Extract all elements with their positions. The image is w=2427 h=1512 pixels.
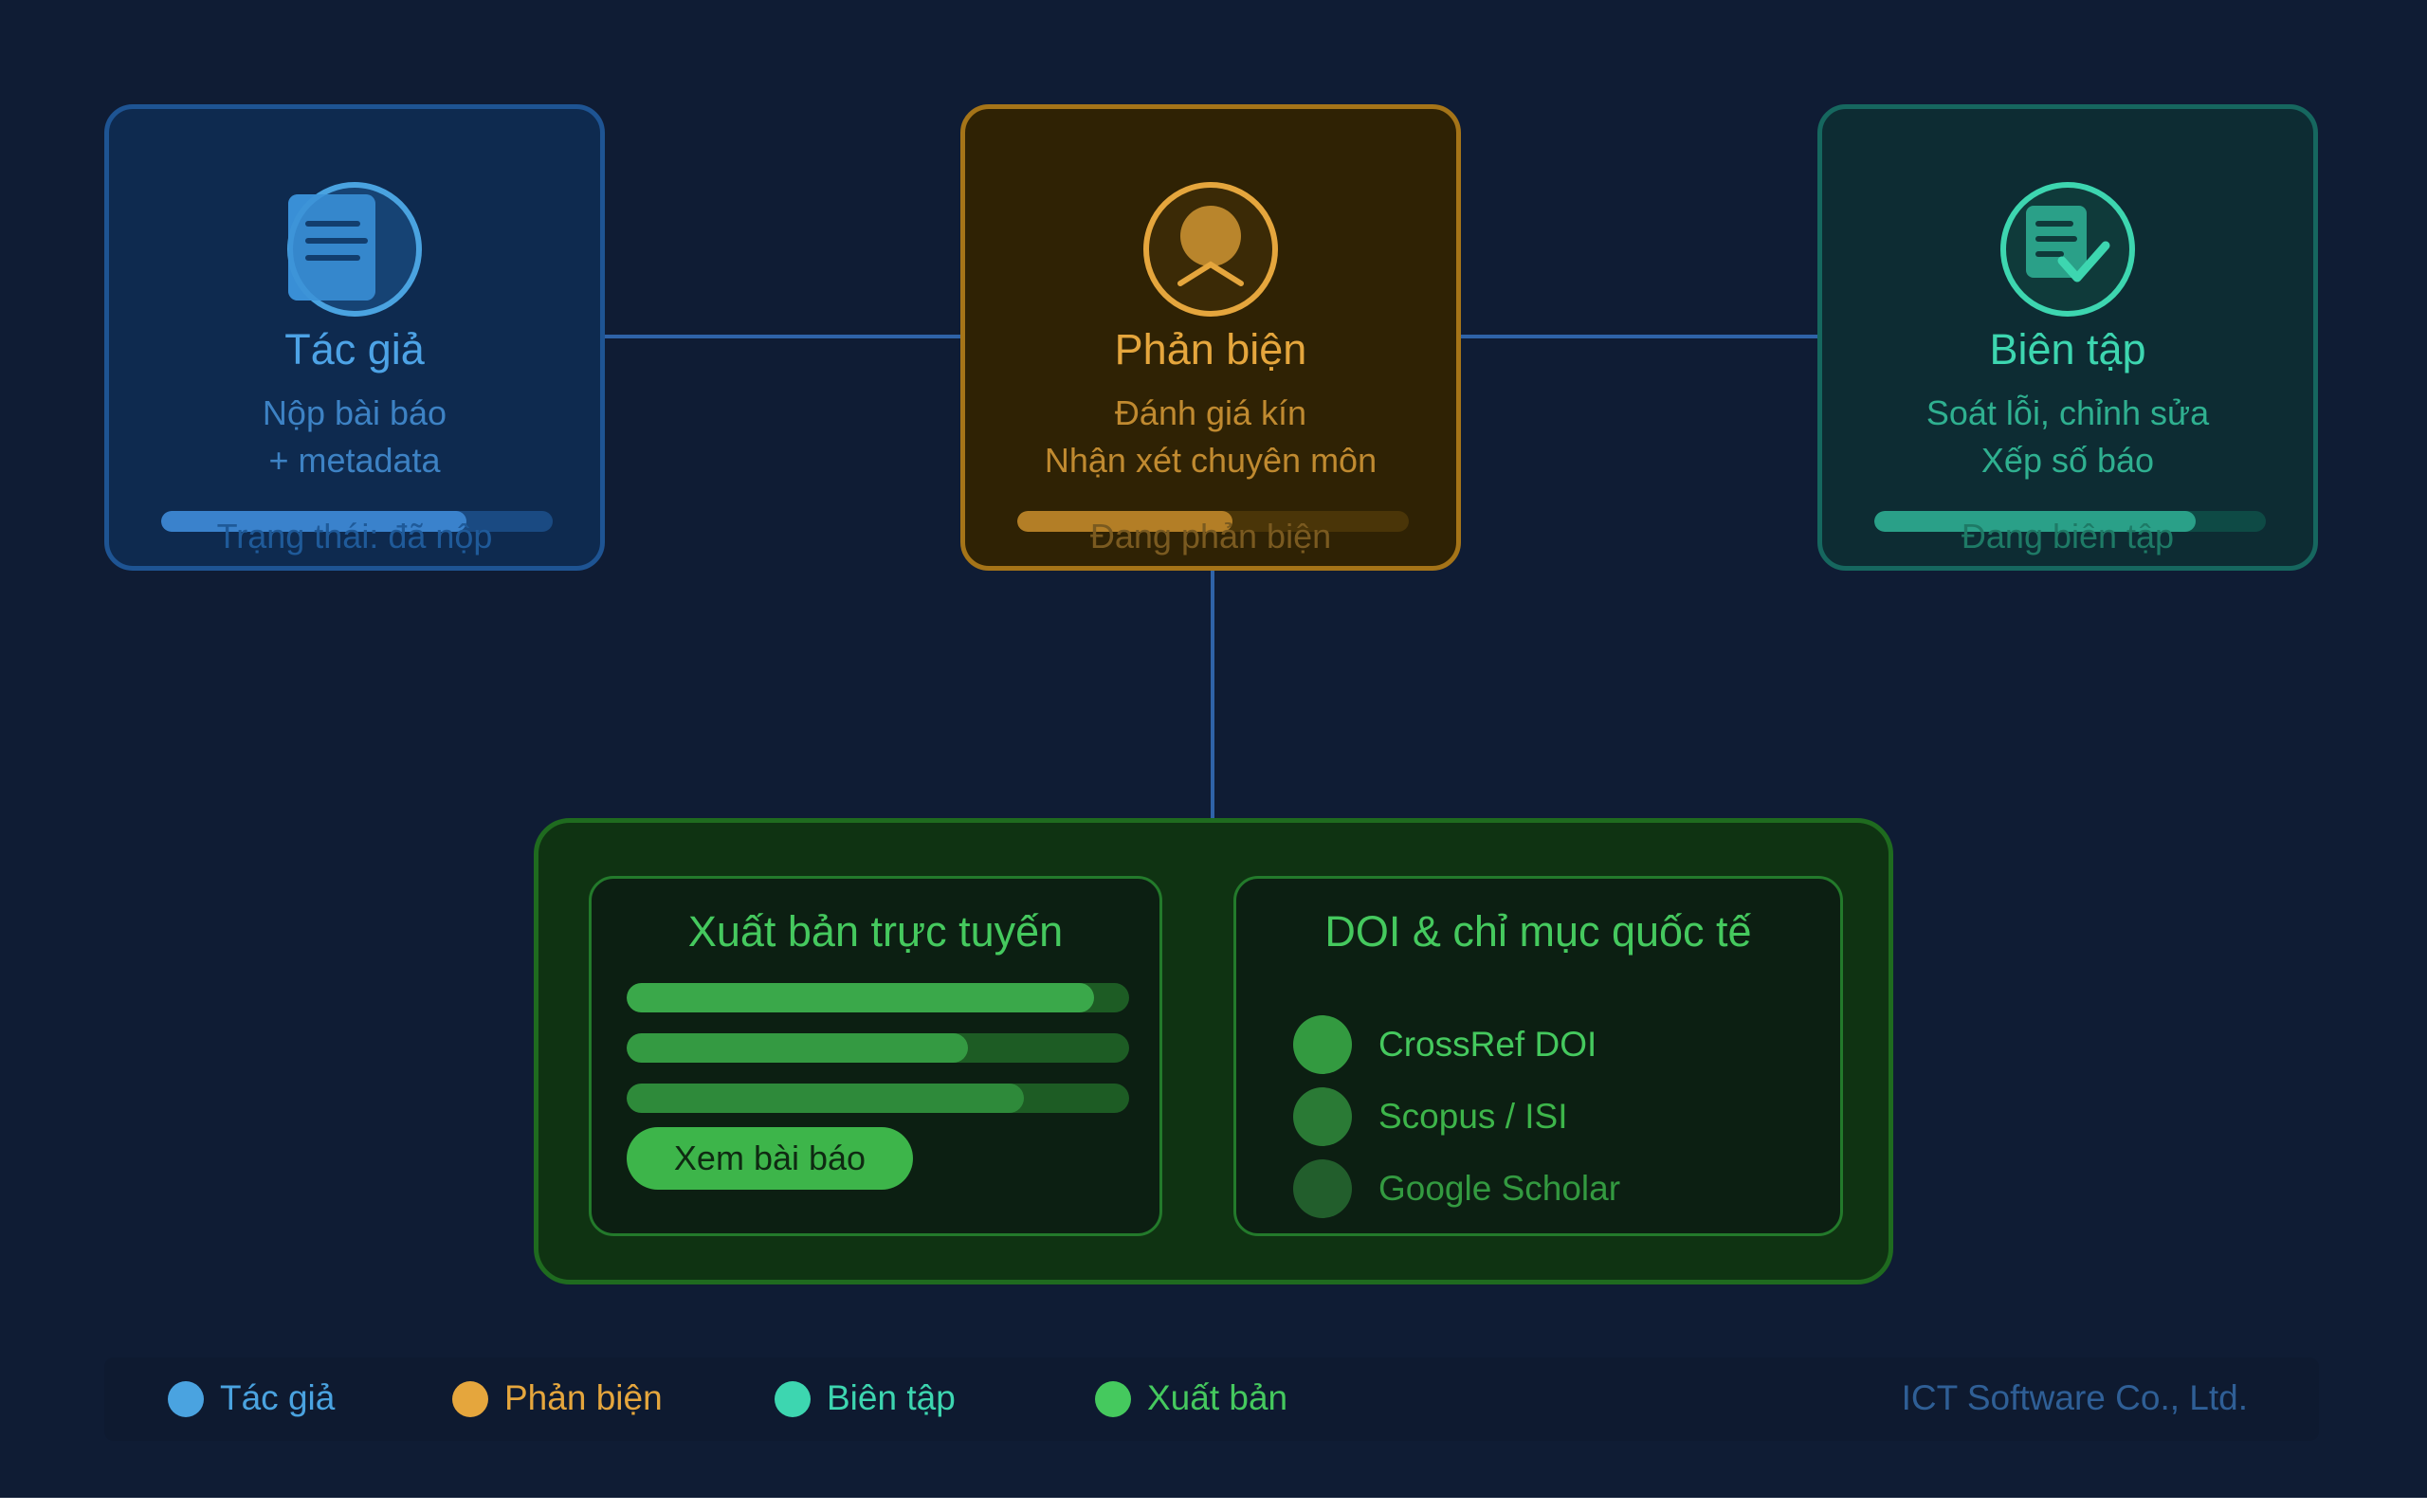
publish-progress-bar-2 bbox=[627, 1033, 1129, 1063]
editor-desc-line-1: Soát lỗi, chỉnh sửa bbox=[1925, 393, 2210, 432]
online-publishing-panel: Xuất bản trực tuyến Xem bài báo bbox=[589, 876, 1162, 1236]
publish-container: Xuất bản trực tuyến Xem bài báo DOI & ch… bbox=[534, 818, 1893, 1284]
reviewer-desc-line-1: Đánh giá kín bbox=[1114, 393, 1307, 432]
publish-progress-bar-3 bbox=[627, 1084, 1129, 1113]
reviewer-title: Phản biện bbox=[1114, 325, 1307, 373]
index-label: CrossRef DOI bbox=[1378, 1025, 1597, 1064]
legend: Tác giả Phản biện Biên tập Xuất bản ICT … bbox=[104, 1357, 2319, 1441]
doi-index-title: DOI & chỉ mục quốc tế bbox=[1324, 907, 1752, 956]
publish-progress-fill-2 bbox=[627, 1033, 969, 1063]
doi-index-panel: DOI & chỉ mục quốc tế CrossRef DOI Scopu… bbox=[1233, 876, 1843, 1236]
index-label: Scopus / ISI bbox=[1378, 1097, 1568, 1136]
legend-label: Xuất bản bbox=[1147, 1378, 1288, 1417]
reviewer-description: Đánh giá kín Nhận xét chuyên môn bbox=[965, 390, 1456, 484]
legend-label: Biên tập bbox=[827, 1378, 956, 1417]
author-card: Tác giả Nộp bài báo + metadata Trạng thá… bbox=[104, 104, 605, 571]
reviewer-card: Phản biện Đánh giá kín Nhận xét chuyên m… bbox=[960, 104, 1461, 571]
editor-status: Đang biên tập bbox=[1961, 517, 2175, 556]
index-dot-icon bbox=[1293, 1159, 1352, 1218]
legend-dot-icon bbox=[452, 1381, 488, 1417]
connector-author-reviewer bbox=[605, 335, 960, 338]
edit-check-icon bbox=[2000, 182, 2135, 317]
publish-progress-fill-1 bbox=[627, 983, 1094, 1012]
index-dot-icon bbox=[1293, 1087, 1352, 1146]
legend-label: Phản biện bbox=[504, 1378, 663, 1417]
legend-dot-icon bbox=[168, 1381, 204, 1417]
legend-dot-icon bbox=[775, 1381, 811, 1417]
editor-description: Soát lỗi, chỉnh sửa Xếp số báo bbox=[1822, 390, 2313, 484]
index-dot-icon bbox=[1293, 1015, 1352, 1074]
view-article-button[interactable]: Xem bài báo bbox=[627, 1127, 913, 1190]
legend-label: Tác giả bbox=[220, 1378, 336, 1417]
reviewer-person-icon bbox=[1143, 182, 1278, 317]
editor-card: Biên tập Soát lỗi, chỉnh sửa Xếp số báo … bbox=[1817, 104, 2318, 571]
editor-title: Biên tập bbox=[1989, 325, 2146, 373]
company-name: ICT Software Co., Ltd. bbox=[1901, 1378, 2248, 1417]
author-status: Trạng thái: đã nộp bbox=[216, 517, 493, 556]
editor-desc-line-2: Xếp số báo bbox=[1980, 441, 2155, 480]
publish-progress-fill-3 bbox=[627, 1084, 1024, 1113]
connector-reviewer-editor bbox=[1461, 335, 1817, 338]
online-publishing-title: Xuất bản trực tuyến bbox=[687, 907, 1064, 956]
publish-progress-bar-1 bbox=[627, 983, 1129, 1012]
author-description: Nộp bài báo + metadata bbox=[109, 390, 600, 484]
author-desc-line-2: + metadata bbox=[268, 441, 441, 480]
legend-dot-icon bbox=[1095, 1381, 1131, 1417]
index-label: Google Scholar bbox=[1378, 1169, 1621, 1208]
reviewer-status: Đang phản biện bbox=[1089, 517, 1332, 556]
author-title: Tác giả bbox=[284, 325, 425, 373]
document-icon bbox=[287, 182, 422, 317]
workflow-diagram: Tác giả Nộp bài báo + metadata Trạng thá… bbox=[0, 0, 2427, 1498]
author-desc-line-1: Nộp bài báo bbox=[262, 393, 447, 432]
reviewer-desc-line-2: Nhận xét chuyên môn bbox=[1044, 441, 1378, 480]
connector-reviewer-publish bbox=[1211, 571, 1214, 818]
